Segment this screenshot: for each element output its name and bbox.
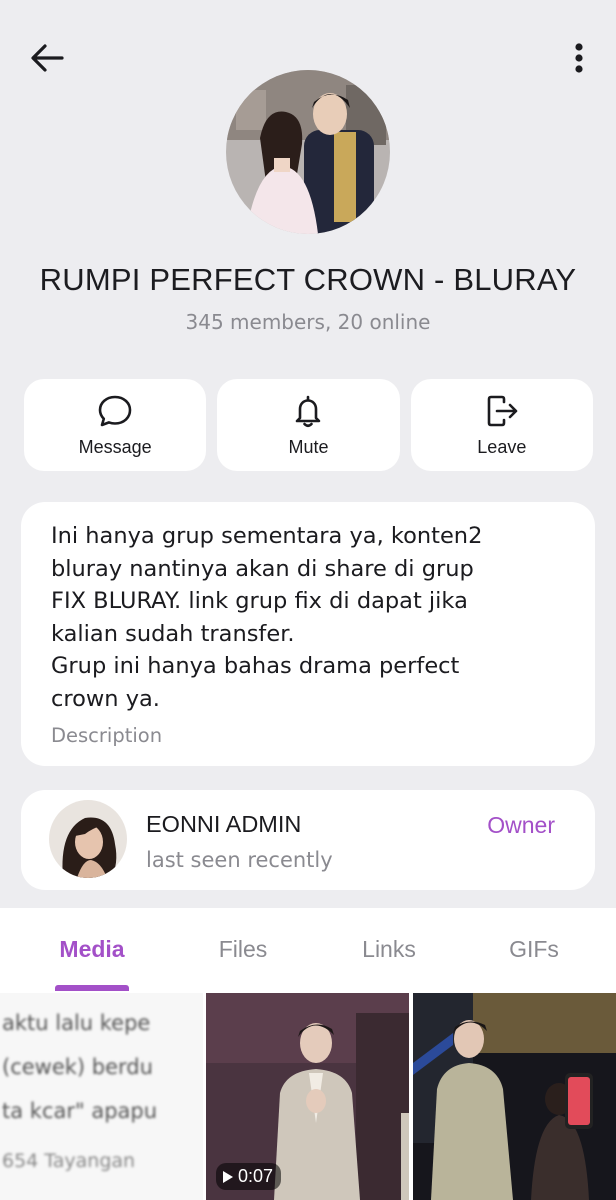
tab-gifs[interactable]: GIFs	[509, 936, 559, 963]
video-duration-badge: 0:07	[216, 1163, 282, 1190]
media-thumbnail-1-line-1: aktu lalu kepe	[2, 1011, 151, 1035]
owner-avatar[interactable]	[49, 800, 127, 878]
media-thumbnail-1-line-3: ta kcar" apapu	[2, 1099, 158, 1123]
media-tabs: Media Files Links GIFs	[0, 908, 616, 993]
description-card: Ini hanya grup sementara ya, konten2 blu…	[21, 502, 595, 766]
tab-files[interactable]: Files	[219, 936, 268, 963]
owner-last-seen: last seen recently	[146, 848, 333, 872]
description-text: Ini hanya grup sementara ya, konten2 blu…	[51, 523, 483, 712]
more-options-button[interactable]	[564, 36, 594, 80]
action-buttons: Message Mute Leave	[24, 379, 593, 471]
more-vertical-icon	[575, 43, 583, 73]
group-avatar-image	[226, 70, 390, 234]
message-button-label: Message	[78, 437, 152, 457]
group-avatar[interactable]	[226, 70, 390, 234]
shared-media-section: Media Files Links GIFs aktu lalu kepe (c…	[0, 908, 616, 1200]
photo-thumbnail-image	[413, 993, 616, 1200]
play-icon	[223, 1170, 233, 1183]
mute-button[interactable]: Mute	[217, 379, 400, 471]
media-thumbnail-2-video[interactable]: 0:07	[206, 993, 409, 1200]
description-label: Description	[51, 724, 163, 747]
group-member-count: 345 members, 20 online	[185, 310, 431, 334]
tab-links[interactable]: Links	[362, 936, 416, 963]
media-thumbnail-3[interactable]	[413, 993, 616, 1200]
chat-bubble-icon	[97, 393, 133, 429]
leave-button-label: Leave	[477, 437, 527, 457]
owner-name: EONNI ADMIN	[146, 811, 302, 837]
tab-media[interactable]: Media	[59, 936, 124, 963]
back-button[interactable]	[26, 38, 68, 78]
leave-button[interactable]: Leave	[410, 379, 593, 471]
media-grid: aktu lalu kepe (cewek) berdu ta kcar" ap…	[0, 993, 616, 1200]
media-thumbnail-1-line-4: 654 Tayangan	[2, 1150, 136, 1172]
media-thumbnail-1[interactable]: aktu lalu kepe (cewek) berdu ta kcar" ap…	[0, 993, 203, 1200]
leave-icon	[484, 393, 520, 429]
video-duration: 0:07	[238, 1166, 274, 1186]
group-title: RUMPI PERFECT CROWN - BLURAY	[39, 262, 577, 297]
media-thumbnail-1-line-2: (cewek) berdu	[2, 1055, 153, 1079]
owner-member-row[interactable]: EONNI ADMIN last seen recently Owner	[21, 790, 595, 890]
owner-avatar-image	[49, 800, 127, 878]
mute-button-label: Mute	[288, 437, 329, 457]
owner-role-badge: Owner	[487, 812, 555, 838]
active-tab-indicator	[55, 985, 129, 991]
bell-icon	[290, 393, 326, 429]
message-button[interactable]: Message	[24, 379, 207, 471]
arrow-left-icon	[31, 44, 64, 72]
